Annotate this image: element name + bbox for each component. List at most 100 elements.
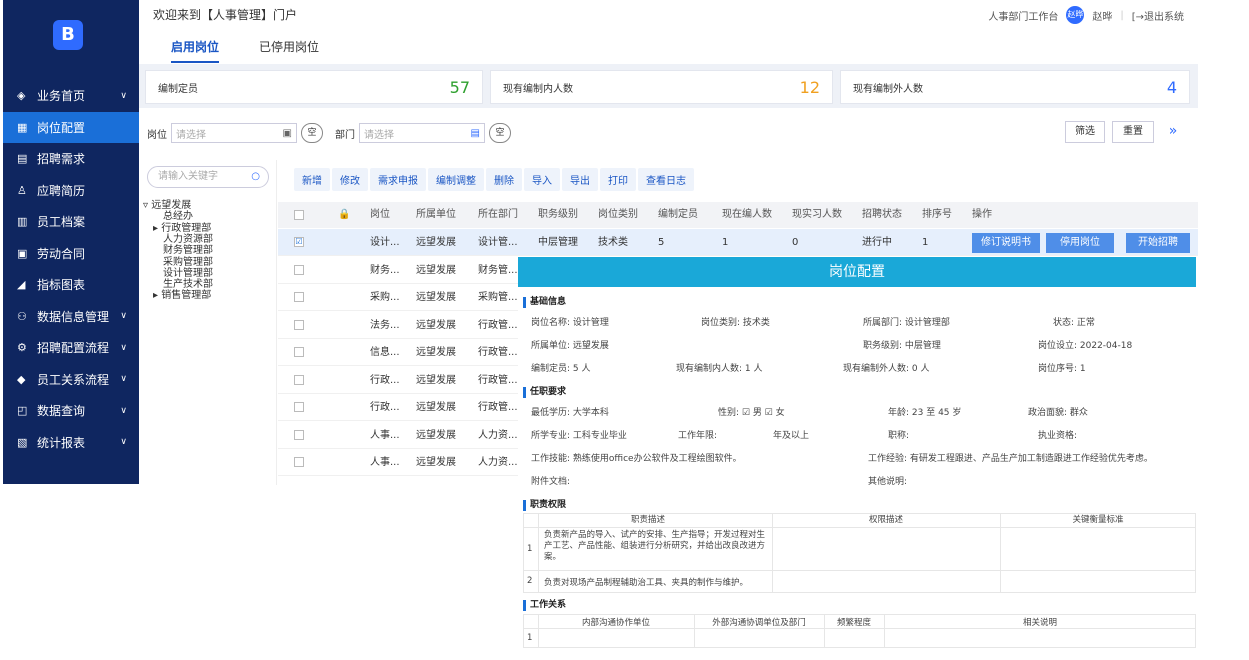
table-row[interactable]: 人事... 远望发展 人力资... (278, 422, 518, 449)
table-cell: 财务... (370, 264, 400, 276)
user-name: 赵晔 (1092, 11, 1113, 23)
table-cell: 财务管... (478, 264, 518, 276)
duty-header-kpi: 关键衡量标准 (1072, 515, 1124, 525)
user-icon: ♙ (17, 183, 27, 197)
tab-disabled-posts[interactable]: 已停用岗位 (259, 38, 319, 63)
requirement-field: 政治面貌: 群众 (1028, 408, 1088, 418)
duty-header-auth: 权限描述 (868, 515, 903, 525)
toolbar-button-6[interactable]: 导出 (562, 167, 598, 191)
table-cell: 行政管... (478, 319, 518, 331)
search-icon[interactable]: ○ (251, 167, 260, 187)
sidebar-item-5[interactable]: ▣ 劳动合同 (3, 238, 139, 269)
tree-node[interactable]: ▸ 销售管理部 (153, 286, 211, 301)
logout-button[interactable]: [→退出系统 (1132, 8, 1184, 23)
reset-button[interactable]: 重置 (1112, 121, 1154, 143)
avatar[interactable]: 赵晔 (1066, 6, 1085, 24)
table-row[interactable]: 信息... 远望发展 行政管... (278, 339, 518, 366)
sidebar-item-11[interactable]: ▧ 统计报表 ∨ (3, 427, 139, 458)
table-row[interactable]: 行政... 远望发展 行政管... (278, 394, 518, 421)
table-cell: 采购... (370, 292, 400, 303)
table-cell: 0 (792, 237, 799, 248)
col-header: 职务级别 (538, 209, 578, 220)
sidebar-item-10[interactable]: ◰ 数据查询 ∨ (3, 395, 139, 426)
toolbar-button-7[interactable]: 打印 (600, 167, 636, 191)
sidebar-item-4[interactable]: ▥ 员工档案 (3, 206, 139, 237)
post-select[interactable]: 请选择 ▣ (171, 123, 297, 143)
sidebar-item-9[interactable]: ◆ 员工关系流程 ∨ (3, 364, 139, 395)
dept-select[interactable]: 请选择 ▤ (359, 123, 485, 143)
sidebar-item-6[interactable]: ◢ 指标图表 (3, 269, 139, 300)
select-all-checkbox[interactable] (294, 210, 304, 220)
post-clear-button[interactable]: 空 (301, 123, 323, 143)
app-logo-icon[interactable]: B (53, 20, 83, 50)
toolbar-button-4[interactable]: 删除 (486, 167, 522, 191)
table-cell: 行政管... (478, 402, 518, 413)
row-checkbox[interactable] (294, 374, 304, 385)
row-checkbox[interactable] (294, 402, 304, 412)
basic-field: 岗位名称: 设计管理 (531, 318, 609, 328)
row-action-0[interactable]: 修订说明书 (972, 233, 1040, 253)
clipboard-icon: ▤ (17, 152, 28, 165)
table-row[interactable]: 财务... 远望发展 财务管... (278, 257, 518, 284)
col-header: 岗位类别 (598, 209, 638, 220)
table-row[interactable]: 行政... 远望发展 行政管... (278, 367, 518, 394)
row-checkbox[interactable] (294, 264, 304, 275)
sidebar-item-8[interactable]: ⚙ 招聘配置流程 ∨ (3, 332, 139, 363)
table-cell: 1 (922, 237, 929, 248)
stat-value: 57 (449, 77, 470, 97)
row-checkbox[interactable] (294, 347, 304, 357)
basic-field: 现有编制内人数: 1 人 (676, 364, 763, 374)
dept-select-placeholder: 请选择 (364, 129, 394, 141)
table-cell: 人力资... (478, 457, 518, 468)
row-checkbox[interactable] (294, 429, 304, 440)
dept-clear-button[interactable]: 空 (489, 123, 511, 143)
basic-field: 岗位设立: 2022-04-18 (1038, 341, 1133, 351)
table-row[interactable]: 人事... 远望发展 人力资... (278, 449, 518, 476)
row-checkbox[interactable]: ☑ (294, 237, 304, 247)
toolbar-button-0[interactable]: 新增 (294, 167, 330, 191)
chart-icon: ◢ (17, 278, 26, 291)
sidebar-item-2[interactable]: ▤ 招聘需求 (3, 143, 139, 174)
table-cell: 远望发展 (416, 264, 456, 276)
chevron-down-icon: ∨ (120, 405, 127, 416)
toolbar-button-5[interactable]: 导入 (524, 167, 560, 191)
stat-label: 现有编制外人数 (853, 83, 923, 95)
row-checkbox[interactable] (294, 457, 304, 467)
table-row[interactable]: 采购... 远望发展 采购管... (278, 284, 518, 311)
tree-search-placeholder: 请输入关键字 (158, 171, 218, 182)
filter-bar: 岗位 请选择 ▣ 空 部门 请选择 ▤ 空 (139, 118, 1198, 148)
col-header: 所在部门 (478, 209, 518, 220)
row-action-2[interactable]: 开始招聘 (1126, 233, 1190, 253)
toolbar-button-3[interactable]: 编制调整 (428, 167, 484, 191)
filter-button[interactable]: 筛选 (1065, 121, 1105, 143)
table-row[interactable]: ☑ 设计... 远望发展 设计管... 中层管理 技术类 5 1 0 进行中 1 修订说明书 停用岗位开… (278, 229, 1198, 256)
table-cell: 信息... (370, 347, 400, 358)
toolbar-button-2[interactable]: 需求申报 (370, 167, 426, 191)
rel-row-number: 1 (527, 633, 533, 643)
toolbar-button-1[interactable]: 修改 (332, 167, 368, 191)
stat-card-out-quota: 现有编制外人数 4 (840, 70, 1190, 104)
table-cell: 行政... (370, 402, 400, 413)
table-row[interactable]: 法务... 远望发展 行政管... (278, 312, 518, 339)
sidebar-item-3[interactable]: ♙ 应聘简历 (3, 175, 139, 206)
tree-search-input[interactable]: 请输入关键字 ○ (147, 166, 269, 188)
toolbar-button-8[interactable]: 查看日志 (638, 167, 694, 191)
sidebar-item-0[interactable]: ◈ 业务首页 ∨ (3, 80, 139, 111)
sidebar-item-1[interactable]: ▦ 岗位配置 (3, 111, 139, 143)
table-cell: 远望发展 (416, 457, 456, 468)
row-action-1[interactable]: 停用岗位 (1046, 233, 1114, 253)
table-cell: 远望发展 (416, 402, 456, 413)
row-checkbox[interactable] (294, 319, 304, 330)
diamond-icon: ◆ (17, 372, 26, 386)
workbench-link[interactable]: 人事部门工作台 (988, 8, 1058, 23)
expand-icon[interactable]: » (1158, 121, 1188, 143)
rel-header-frequency: 频繁程度 (836, 618, 871, 628)
lock-icon: 🔒 (338, 209, 351, 220)
sidebar: B ◈ 业务首页 ∨ ▦ 岗位配置 ▤ 招聘需求 ♙ 应聘简历 ▥ 员工档案 ▣ 劳动合同 ◢ 指标图表 ⚇ 数… (3, 0, 139, 484)
requirement-field: 工作技能: 熟练使用office办公软件及工程绘图软件。 (531, 454, 742, 464)
row-checkbox[interactable] (294, 292, 304, 302)
basic-field: 岗位类别: 技术类 (701, 318, 770, 328)
col-header: 编制定员 (658, 209, 698, 220)
tab-active-posts[interactable]: 启用岗位 (171, 38, 220, 63)
sidebar-item-7[interactable]: ⚇ 数据信息管理 ∨ (3, 301, 139, 332)
